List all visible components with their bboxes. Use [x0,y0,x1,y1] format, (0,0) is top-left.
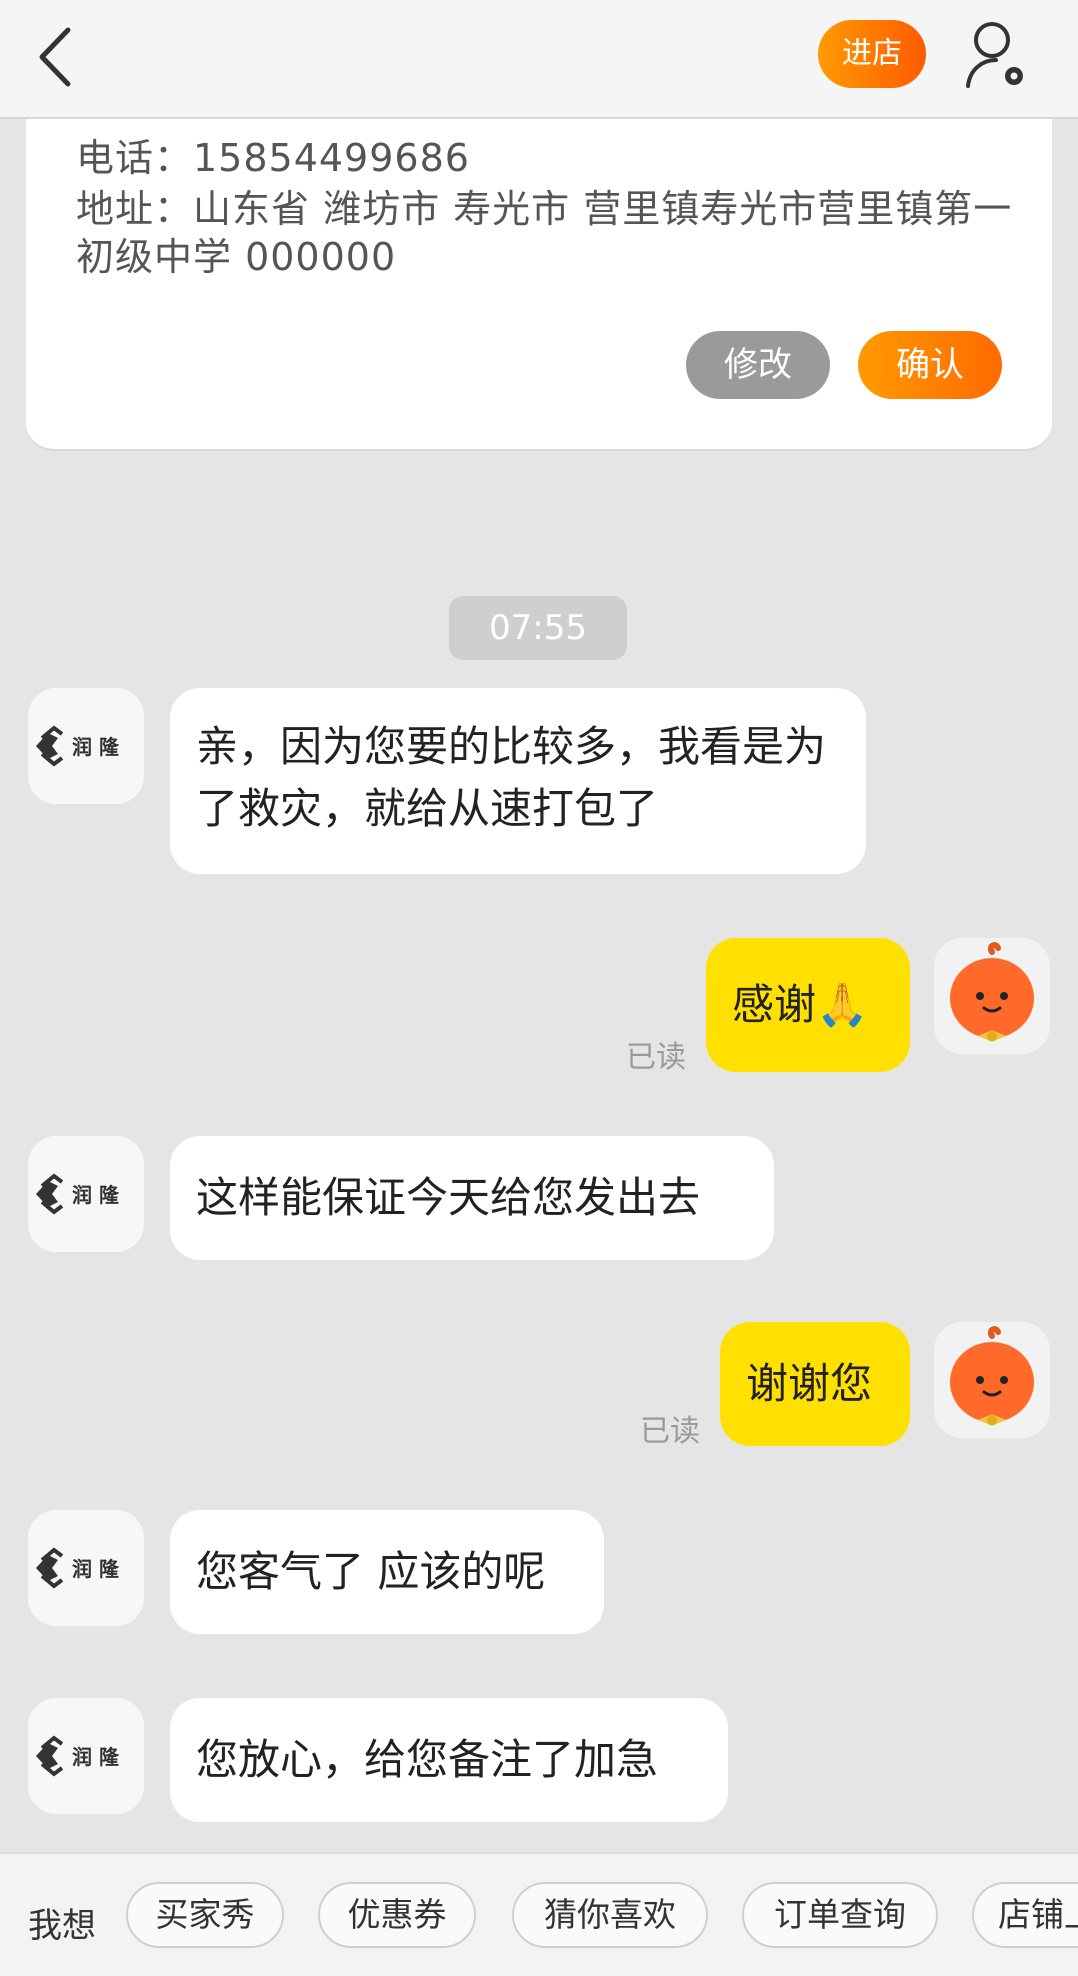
shop-avatar[interactable]: 润 隆 [28,688,144,804]
phone-line: 电话：15854499686 [76,136,470,180]
chip-coupons[interactable]: 优惠券 [318,1882,476,1948]
back-chevron-icon[interactable] [34,22,84,92]
my-avatar[interactable] [934,1322,1050,1438]
message-timestamp: 07:55 [449,596,627,660]
shop-logo-icon [36,1173,64,1215]
my-avatar[interactable] [934,938,1050,1054]
quick-reply-label: 我想 [28,1906,96,1946]
read-status: 已读 [626,1040,686,1075]
message-bubble-shop: 您客气了 应该的呢 [170,1510,604,1634]
read-status: 已读 [640,1414,700,1449]
shop-logo-icon [36,1547,64,1589]
message-bubble-shop: 这样能保证今天给您发出去 [170,1136,774,1260]
modify-button[interactable]: 修改 [686,331,830,399]
svg-text:润 隆: 润 隆 [72,735,120,759]
message-bubble-me: 感谢🙏 [706,938,910,1072]
enter-shop-button[interactable]: 进店 [818,20,926,88]
user-settings-icon[interactable] [962,18,1032,92]
confirm-button[interactable]: 确认 [858,331,1002,399]
pumpkin-mascot-icon [950,942,1034,1042]
message-bubble-shop: 亲，因为您要的比较多，我看是为了救灾，就给从速打包了 [170,688,866,874]
message-bubble-shop: 您放心，给您备注了加急 [170,1698,728,1822]
chip-order-lookup[interactable]: 订单查询 [742,1882,938,1948]
shop-logo-icon [36,1735,64,1777]
message-bubble-me: 谢谢您 [720,1322,910,1446]
address-line: 地址：山东省 潍坊市 寿光市 营里镇寿光市营里镇第一初级中学 000000 [76,187,1013,279]
shop-logo-icon [36,725,64,767]
chip-buyer-show[interactable]: 买家秀 [126,1882,284,1948]
quick-reply-bar: 我想 买家秀 优惠券 猜你喜欢 订单查询 店铺上新 [0,1852,1078,1976]
shop-avatar[interactable]: 润 隆 [28,1698,144,1814]
svg-text:润 隆: 润 隆 [72,1745,120,1769]
pumpkin-mascot-icon [950,1326,1034,1426]
top-nav-bar: 进店 [0,0,1078,119]
address-confirm-card: 电话：15854499686 地址：山东省 潍坊市 寿光市 营里镇寿光市营里镇第… [26,119,1052,451]
svg-text:润 隆: 润 隆 [72,1183,120,1207]
chip-new-arrivals[interactable]: 店铺上新 [972,1882,1078,1948]
shop-avatar[interactable]: 润 隆 [28,1510,144,1626]
chip-recommendations[interactable]: 猜你喜欢 [512,1882,708,1948]
shop-avatar[interactable]: 润 隆 [28,1136,144,1252]
svg-text:润 隆: 润 隆 [72,1557,120,1581]
